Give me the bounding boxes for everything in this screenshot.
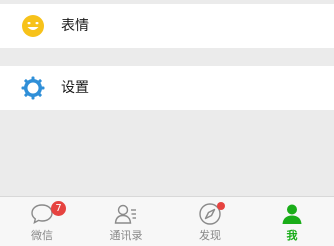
tab-discover[interactable]: 发现 — [168, 197, 252, 246]
tab-chats[interactable]: 7 微信 — [0, 197, 84, 246]
tab-discover-label: 发现 — [199, 229, 221, 242]
tab-me-label: 我 — [286, 229, 298, 242]
contacts-icon — [114, 204, 136, 224]
tab-contacts-label: 通讯录 — [109, 229, 143, 242]
tab-chats-label: 微信 — [31, 229, 53, 242]
menu-item-settings[interactable]: 设置 — [0, 66, 334, 110]
bottom-tab-bar: 7 微信 通讯录 发现 我 — [0, 196, 334, 246]
gear-icon — [21, 76, 45, 100]
menu-item-settings-label: 设置 — [61, 80, 89, 96]
tab-me[interactable]: 我 — [250, 197, 334, 246]
menu-item-emoji-label: 表情 — [61, 18, 89, 34]
unread-badge: 7 — [51, 201, 66, 216]
emoji-icon — [22, 15, 44, 37]
person-icon — [282, 204, 302, 224]
menu-item-emoji[interactable]: 表情 — [0, 4, 334, 48]
tab-contacts[interactable]: 通讯录 — [84, 197, 168, 246]
new-content-dot — [217, 202, 225, 210]
